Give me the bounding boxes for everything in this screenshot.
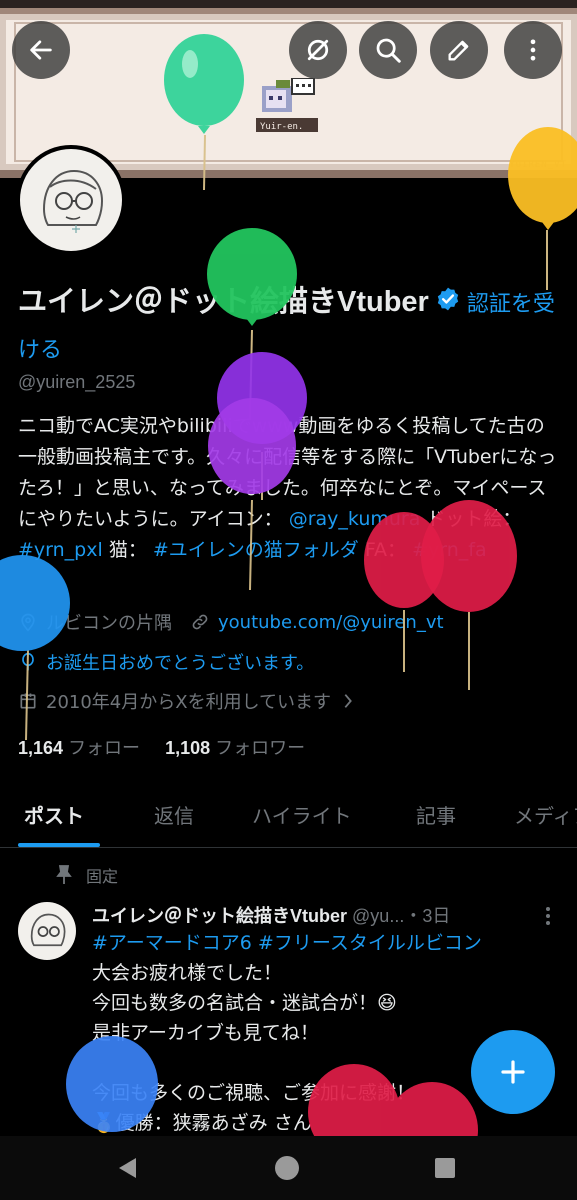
tab-articles[interactable]: 記事	[416, 800, 456, 829]
new-post-button[interactable]	[471, 1030, 555, 1114]
post-author-name[interactable]: ユイレン＠ドット絵描きVtuber	[92, 906, 347, 926]
post-more-icon[interactable]	[540, 904, 556, 928]
pinned-label: 固定	[86, 867, 119, 886]
calendar-icon	[20, 693, 36, 709]
profile-tabs: ポスト 返信 ハイライト 記事 メディア	[0, 786, 577, 848]
system-back-button[interactable]	[109, 1150, 145, 1186]
system-recents-button[interactable]	[427, 1150, 463, 1186]
post-line: 今回も数多の名試合・迷試合が！😆	[92, 992, 397, 1014]
plus-icon	[501, 1060, 525, 1084]
follow-stats: 1,164 フォロー 1,108 フォロワー	[18, 734, 305, 760]
bio-hashtag-pxl[interactable]: #yrn_pxl	[18, 539, 103, 561]
square-recents-icon	[435, 1158, 455, 1178]
grok-icon	[307, 39, 329, 61]
profile-website-link[interactable]: youtube.com/@yuiren_vt	[218, 612, 444, 633]
system-nav-bar	[0, 1136, 577, 1200]
following-label: フォロー	[68, 738, 141, 758]
location-pin-icon	[21, 613, 35, 632]
profile-birthday: お誕生日おめでとうございます。	[46, 653, 315, 674]
profile-bio: ニコ動でAC実況やbilibiliでwww動画をゆるく投稿してた古の一般動画投稿…	[18, 411, 563, 566]
bio-hashtag-fa[interactable]: #yrn_fa	[412, 539, 487, 561]
bio-dot-label: ドット絵：	[420, 508, 522, 530]
tab-replies[interactable]: 返信	[154, 800, 194, 829]
post-line: 大会お疲れ様でした！	[92, 962, 283, 984]
tab-highlights[interactable]: ハイライト	[252, 800, 352, 829]
avatar-image	[20, 149, 122, 251]
tab-media[interactable]: メディア	[514, 800, 577, 829]
svg-text:Yuir-en.: Yuir-en.	[260, 122, 303, 132]
search-button[interactable]	[359, 21, 417, 79]
profile-handle: @yuiren_2525	[18, 372, 136, 392]
compose-button[interactable]	[430, 21, 488, 79]
profile-meta-row: ルビコンの片隅 youtube.com/@yuiren_vt	[18, 609, 444, 635]
followers-label: フォロワー	[215, 738, 306, 758]
circle-home-icon	[275, 1156, 299, 1180]
pen-icon	[448, 40, 469, 61]
system-home-button[interactable]	[269, 1150, 305, 1186]
more-button[interactable]	[504, 21, 562, 79]
profile-avatar[interactable]	[16, 145, 126, 255]
post-time: ・3日	[404, 906, 451, 926]
back-button[interactable]	[12, 21, 70, 79]
profile-birthday-row: お誕生日おめでとうございます。	[18, 649, 314, 675]
balloon-icon	[22, 652, 34, 671]
post-header: ユイレン＠ドット絵描きVtuber @yu...・3日	[92, 902, 562, 928]
following-count: 1,164	[18, 738, 64, 758]
triangle-back-icon	[119, 1158, 136, 1178]
grok-button[interactable]	[289, 21, 347, 79]
post-hashtags[interactable]: #アーマードコア6 #フリースタイルルビコン	[92, 928, 562, 958]
post-line: 🥇優勝：狭霧あざみ さん	[92, 1112, 312, 1134]
banner-watermark: YUIREN_VT	[509, 160, 567, 170]
more-vertical-icon	[530, 39, 536, 61]
chevron-right-icon	[344, 694, 352, 708]
post-avatar[interactable]	[18, 902, 76, 960]
profile-joined-date: 2010年4月からXを利用しています	[46, 692, 332, 713]
followers-count: 1,108	[165, 738, 211, 758]
post-author-handle: @yu...	[352, 906, 405, 926]
followers-link[interactable]: 1,108 フォロワー	[165, 738, 305, 758]
bio-mention-icon-artist[interactable]: @ray_kumura	[289, 508, 421, 530]
bio-cat-label: 猫：	[102, 539, 147, 561]
banner-pixel-logo: Yuir-en.	[256, 78, 318, 132]
profile-location: ルビコンの片隅	[46, 613, 172, 634]
profile-name-row: ユイレン＠ドット絵描きVtuber 認証を受ける	[18, 280, 568, 372]
following-link[interactable]: 1,164 フォロー	[18, 738, 140, 758]
pinned-label-row: 固定	[56, 863, 118, 887]
pin-icon	[56, 865, 72, 884]
active-tab-indicator	[18, 843, 100, 847]
profile-joined-row[interactable]: 2010年4月からXを利用しています	[18, 688, 363, 714]
profile-name: ユイレン＠ドット絵描きVtuber	[18, 286, 429, 318]
bio-hashtag-cat[interactable]: #ユイレンの猫フォルダ	[153, 539, 359, 561]
link-icon	[192, 614, 208, 630]
search-icon	[376, 38, 401, 63]
verified-badge-icon	[435, 281, 461, 325]
arrow-left-icon	[30, 40, 52, 60]
tab-posts[interactable]: ポスト	[24, 800, 84, 829]
bio-fa-label: FA：	[358, 539, 407, 561]
